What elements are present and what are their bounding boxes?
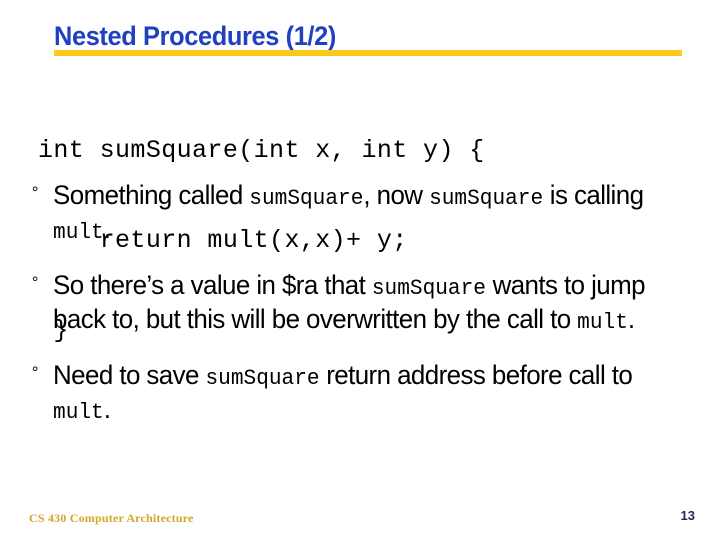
code-term: mult xyxy=(53,220,104,245)
prose-run: . xyxy=(103,394,111,424)
prose-run: , now xyxy=(363,180,430,210)
code-term: sumSquare xyxy=(249,186,364,211)
page-title: Nested Procedures (1/2) xyxy=(54,21,336,51)
footer-course-label: CS 430 Computer Architecture xyxy=(29,511,194,525)
prose-run: So there’s a value in $ra that xyxy=(53,270,372,300)
code-term: mult xyxy=(577,310,628,335)
prose-run: Need to save xyxy=(53,360,206,390)
bullet-item: ° Something called sumSquare, now sumSqu… xyxy=(30,180,675,248)
code-term: sumSquare xyxy=(205,366,320,391)
bullet-item-text: Something called sumSquare, now sumSquar… xyxy=(53,180,644,245)
slide: Nested Procedures (1/2) int sumSquare(in… xyxy=(0,0,720,540)
bullet-item: ° So there’s a value in $ra that sumSqua… xyxy=(30,270,675,338)
page-number: 13 xyxy=(680,508,695,523)
code-line-1: int sumSquare(int x, int y) { xyxy=(38,136,485,165)
prose-run: . xyxy=(627,304,635,334)
prose-run: return address before call to xyxy=(319,360,633,390)
bullet-item-text: Need to save sumSquare return address be… xyxy=(53,360,633,425)
bullet-item: ° Need to save sumSquare return address … xyxy=(30,360,675,428)
bullet-list: ° Something called sumSquare, now sumSqu… xyxy=(30,180,702,428)
degree-bullet-icon: ° xyxy=(31,273,39,292)
code-term: mult xyxy=(53,400,104,425)
bullet-item-text: So there’s a value in $ra that sumSquare… xyxy=(53,270,646,335)
code-term: sumSquare xyxy=(429,186,544,211)
code-term: sumSquare xyxy=(371,276,486,301)
degree-bullet-icon: ° xyxy=(31,363,39,382)
title-underline-rule xyxy=(54,50,682,56)
prose-run: is calling xyxy=(543,180,644,210)
degree-bullet-icon: ° xyxy=(31,183,39,202)
prose-run: . xyxy=(103,214,111,244)
prose-run: Something called xyxy=(53,180,250,210)
